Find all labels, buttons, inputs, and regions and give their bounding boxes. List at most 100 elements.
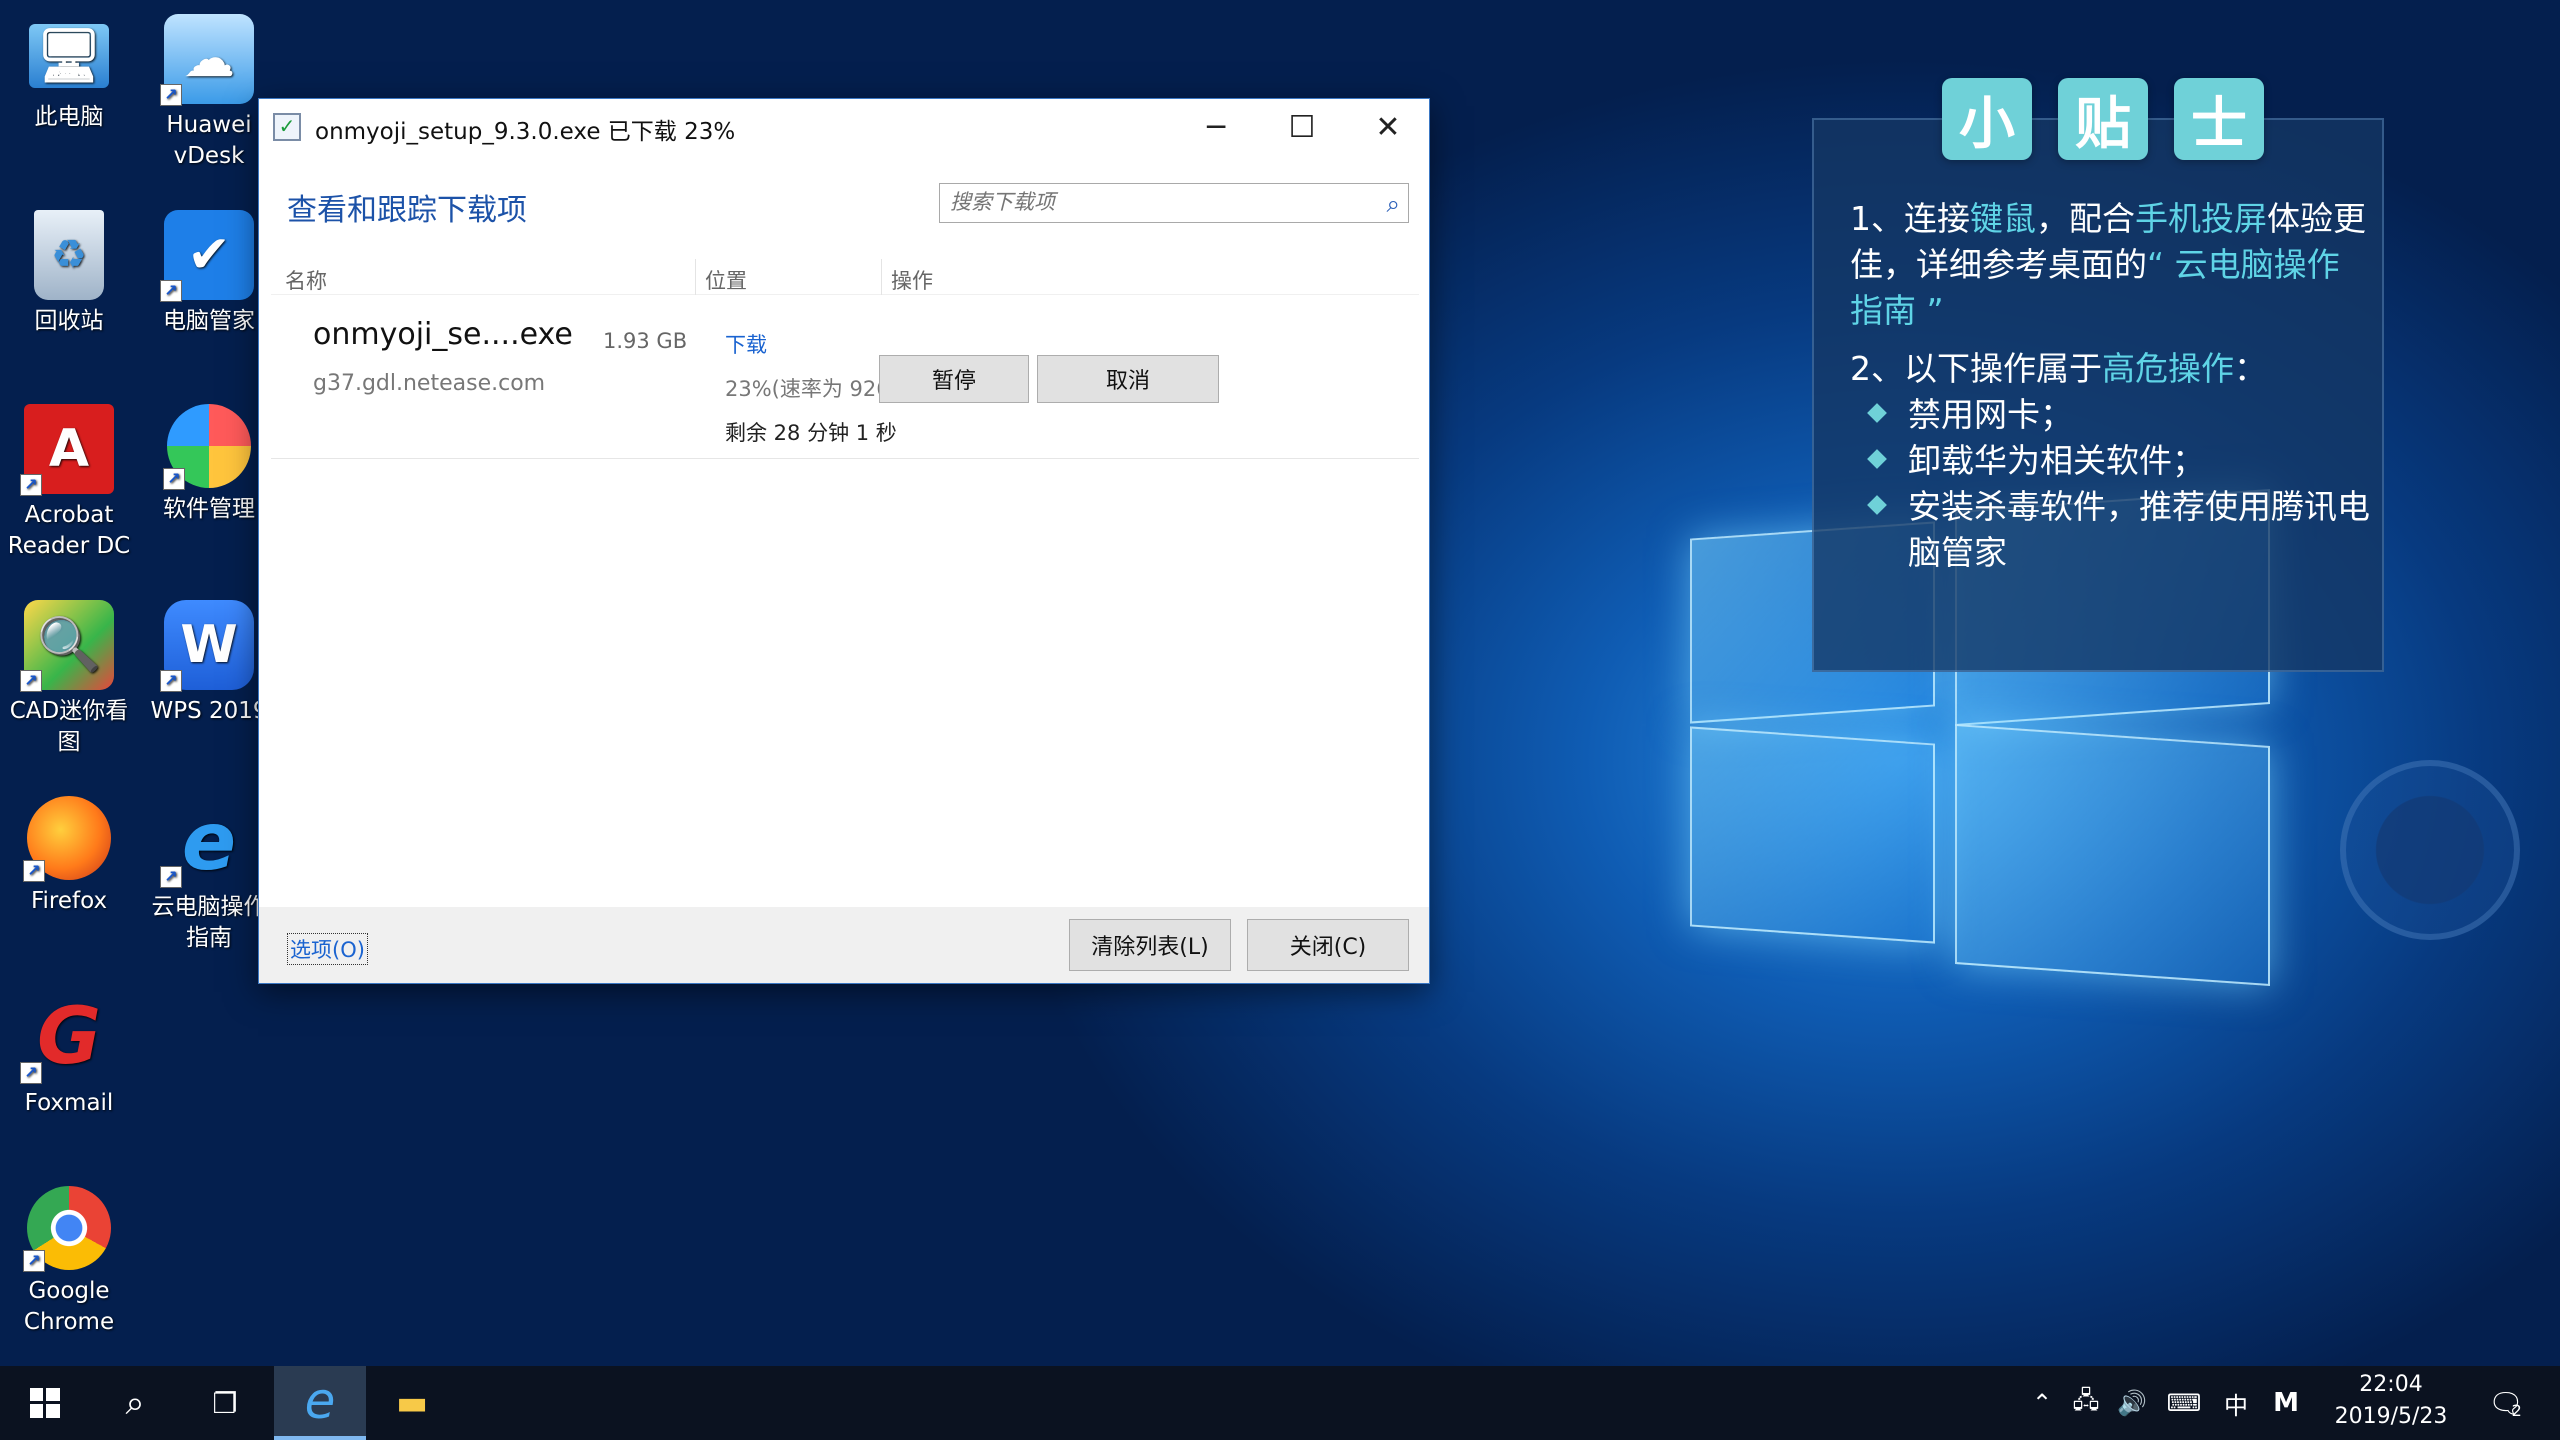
desktop-icon-pc-manager[interactable]: ✔ ↗ 电脑管家 [144,210,274,337]
tip-text: ： [2234,349,2267,388]
tips-panel: 小 贴 士 1、连接键鼠，配合手机投屏体验更佳，详细参考桌面的“ 云电脑操作指南… [1812,78,2384,672]
chevron-up-icon[interactable]: ⌃ [2020,1366,2064,1440]
window-footer: 选项(O) 清除列表(L) 关闭(C) [259,907,1429,983]
firefox-icon: ↗ [23,796,111,882]
file-explorer-icon[interactable]: ▬ [366,1366,458,1440]
column-headers: 名称 位置 操作 [271,259,1419,295]
tip-list-item: 禁用网卡； [1850,392,2370,438]
task-view-icon[interactable]: ❐ [180,1366,270,1440]
shortcut-arrow-icon: ↗ [23,1250,45,1272]
download-manager-window[interactable]: ✓ onmyoji_setup_9.3.0.exe 已下载 23% ─ ☐ ✕ … [258,98,1430,984]
pause-button[interactable]: 暂停 [879,355,1029,403]
tip-badge: 小 [1942,78,2032,160]
chrome-icon: ↗ [23,1186,111,1272]
search-input[interactable] [950,184,1360,220]
desktop-icon-this-pc[interactable]: 🖥 此电脑 [4,14,134,133]
tip-highlight: 手机投屏 [2135,199,2267,238]
shortcut-arrow-icon: ↗ [160,866,182,888]
tip-badge: 贴 [2058,78,2148,160]
download-app-icon: ✓ [273,113,301,141]
maximize-button[interactable]: ☐ [1259,99,1345,155]
download-time-remaining: 剩余 28 分钟 1 秒 [725,421,897,445]
desktop-icon-label: 软件管理 [163,496,255,522]
minimize-button[interactable]: ─ [1173,99,1259,155]
close-button[interactable]: 关闭(C) [1247,919,1409,971]
notification-center-button[interactable]: 🗨 2 [2470,1366,2540,1440]
tip-list-item: 安装杀毒软件，推荐使用腾讯电脑管家 [1850,484,2370,576]
shortcut-arrow-icon: ↗ [163,468,185,490]
search-box[interactable]: ⌕ [939,183,1409,223]
tips-body: 1、连接键鼠，配合手机投屏体验更佳，详细参考桌面的“ 云电脑操作指南 ” 2、以… [1850,196,2370,576]
foxmail-icon: G ↗ [20,992,114,1084]
tip-list-item: 卸载华为相关软件； [1850,438,2370,484]
download-file-name: onmyoji_se....exe [313,317,573,352]
desktop-icon-recycle-bin[interactable]: ♻ 回收站 [4,210,134,337]
desktop-icon-label: 回收站 [34,308,104,334]
tip-text: 2、以下操作属于 [1850,349,2102,388]
download-location-link[interactable]: 下载 [725,329,767,359]
desktop-icon-firefox[interactable]: ↗ Firefox [4,796,134,917]
clear-list-button[interactable]: 清除列表(L) [1069,919,1231,971]
clock-time[interactable]: 22:04 [2318,1372,2464,1397]
ime-mode-indicator[interactable]: M [2262,1366,2310,1440]
clock-date[interactable]: 2019/5/23 [2318,1404,2464,1429]
desktop-icon-chrome[interactable]: ↗ Google Chrome [4,1186,134,1338]
desktop-icon-label: Acrobat Reader DC [7,502,131,559]
desktop-icon-cloud-pc-guide[interactable]: e ↗ 云电脑操作指南 [144,796,274,954]
options-link[interactable]: 选项(O) [287,933,368,965]
close-window-button[interactable]: ✕ [1345,99,1431,155]
desktop-icon-huawei-vdesk[interactable]: ☁ ↗ Huawei vDesk [144,14,274,172]
desktop-icon-foxmail[interactable]: G ↗ Foxmail [4,992,134,1119]
tip-badge: 士 [2174,78,2264,160]
desktop-icon-label: 此电脑 [34,104,104,130]
volume-icon[interactable]: 🔊 [2108,1366,2156,1440]
network-icon[interactable]: 🖧 [2064,1366,2108,1440]
desktop-icon-label: CAD迷你看图 [9,698,129,755]
desktop-icon-label: 电脑管家 [163,308,255,334]
cancel-download-button[interactable]: 取消 [1037,355,1219,403]
tip-line-1: 1、连接键鼠，配合手机投屏体验更佳，详细参考桌面的“ 云电脑操作指南 ” [1850,196,2370,334]
column-divider[interactable] [881,259,882,295]
tip-highlight: 键鼠 [1970,199,2036,238]
ime-indicator[interactable]: 中 [2212,1366,2260,1440]
column-header-location[interactable]: 位置 [705,265,747,295]
column-divider[interactable] [695,259,696,295]
acrobat-icon: A ↗ [20,404,114,496]
column-header-action[interactable]: 操作 [891,265,933,295]
tip-text: ，配合 [2036,199,2135,238]
shortcut-arrow-icon: ↗ [20,1062,42,1084]
shortcut-arrow-icon: ↗ [20,474,42,496]
desktop-icon-software-manager[interactable]: ↗ 软件管理 [144,404,274,525]
tip-line-2: 2、以下操作属于高危操作： [1850,346,2370,392]
download-host: g37.gdl.netease.com [313,371,546,396]
search-icon[interactable]: ⌕ [1387,190,1400,218]
desktop-icon-label: Google Chrome [23,1278,115,1335]
shortcut-arrow-icon: ↗ [160,280,182,302]
window-title: onmyoji_setup_9.3.0.exe 已下载 23% [315,119,736,145]
shortcut-arrow-icon: ↗ [20,670,42,692]
search-icon[interactable]: ⌕ [90,1366,180,1440]
desktop-icon-cad-viewer[interactable]: 🔍 ↗ CAD迷你看图 [4,600,134,758]
windows-icon [30,1388,60,1418]
tip-highlight: 高危操作 [2102,349,2234,388]
internet-explorer-icon[interactable]: e [274,1366,366,1440]
shield-icon: ✔ ↗ [160,210,254,302]
computer-icon: 🖥 [29,24,109,88]
tip-text: 1、连接 [1850,199,1970,238]
desktop-icon-wps[interactable]: W ↗ WPS 2019 [144,600,274,727]
cloud-icon: ☁ ↗ [160,14,254,106]
desktop-icon-acrobat[interactable]: A ↗ Acrobat Reader DC [4,404,134,562]
column-header-name[interactable]: 名称 [285,265,327,295]
desktop-icon-label: Huawei vDesk [166,112,252,169]
shortcut-arrow-icon: ↗ [160,84,182,106]
title-bar[interactable]: ✓ onmyoji_setup_9.3.0.exe 已下载 23% ─ ☐ ✕ [259,99,1429,155]
start-button[interactable] [0,1366,90,1440]
download-row[interactable]: onmyoji_se....exe 1.93 GB g37.gdl.neteas… [271,299,1419,459]
magnifier-icon: 🔍 ↗ [20,600,114,692]
recycle-bin-icon: ♻ [34,210,104,300]
wallpaper-ring [2340,760,2520,940]
keyboard-icon[interactable]: ⌨ [2156,1366,2212,1440]
desktop-icon-label: Foxmail [24,1090,114,1116]
shortcut-arrow-icon: ↗ [160,670,182,692]
page-title: 查看和跟踪下载项 [287,193,527,228]
